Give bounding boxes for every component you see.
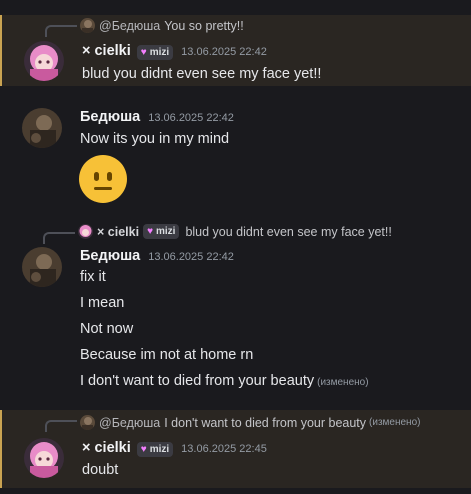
avatar[interactable] bbox=[22, 247, 62, 287]
message-highlighted-1[interactable]: @Бедюша You so pretty!! × cielki ♥ mizi 1… bbox=[0, 15, 471, 86]
reply-author[interactable]: @Бедюша bbox=[99, 416, 160, 430]
message-2[interactable]: Бедюша 13.06.2025 22:42 Now its you in m… bbox=[0, 100, 471, 210]
message-header: Бедюша 13.06.2025 22:42 bbox=[80, 109, 234, 125]
reply-preview[interactable]: @Бедюша I don't want to died from your b… bbox=[80, 415, 420, 430]
reply-author[interactable]: × cielki bbox=[97, 225, 139, 239]
reply-preview[interactable]: × cielki ♥ mizi blud you didnt even see m… bbox=[78, 224, 392, 239]
message-header: × cielki ♥ mizi 13.06.2025 22:42 bbox=[82, 43, 267, 60]
message-highlighted-2[interactable]: @Бедюша I don't want to died from your b… bbox=[0, 410, 471, 488]
reply-preview[interactable]: @Бедюша You so pretty!! bbox=[80, 18, 244, 33]
message-text: Because im not at home rn bbox=[80, 347, 254, 363]
author-name[interactable]: × cielki bbox=[82, 440, 131, 456]
author-name[interactable]: Бедюша bbox=[80, 248, 140, 264]
reply-author[interactable]: @Бедюша bbox=[99, 19, 160, 33]
reply-text: I don't want to died from your beauty bbox=[164, 415, 367, 430]
heart-icon: ♥ bbox=[147, 226, 153, 237]
reply-connector bbox=[45, 25, 77, 37]
timestamp: 13.06.2025 22:42 bbox=[148, 112, 234, 124]
message-text: blud you didnt even see my face yet!! bbox=[82, 66, 322, 82]
message-3[interactable]: × cielki ♥ mizi blud you didnt even see m… bbox=[0, 222, 471, 397]
author-name[interactable]: Бедюша bbox=[80, 109, 140, 125]
heart-icon: ♥ bbox=[140, 47, 147, 58]
message-header: × cielki ♥ mizi 13.06.2025 22:45 bbox=[82, 440, 267, 457]
reply-avatar bbox=[78, 224, 93, 239]
message-text: Not now bbox=[80, 321, 134, 337]
reply-connector bbox=[45, 420, 77, 432]
user-tag: ♥ mizi bbox=[136, 442, 174, 457]
edited-label: (изменено) bbox=[369, 417, 421, 428]
message-text: I mean bbox=[80, 295, 125, 311]
user-tag: ♥ mizi bbox=[136, 45, 174, 60]
timestamp: 13.06.2025 22:42 bbox=[181, 46, 267, 58]
avatar[interactable] bbox=[24, 41, 64, 81]
reply-text: blud you didnt even see my face yet!! bbox=[185, 224, 392, 239]
neutral-face-emoji[interactable] bbox=[79, 155, 127, 203]
message-text: doubt bbox=[82, 462, 119, 478]
reply-text: You so pretty!! bbox=[164, 18, 244, 33]
heart-icon: ♥ bbox=[140, 444, 147, 455]
user-tag: ♥ mizi bbox=[143, 224, 180, 239]
reply-avatar bbox=[80, 415, 95, 430]
reply-avatar bbox=[80, 18, 95, 33]
author-name[interactable]: × cielki bbox=[82, 43, 131, 59]
reply-connector bbox=[43, 232, 75, 244]
message-text: fix it bbox=[80, 269, 106, 285]
edited-label: (изменено) bbox=[317, 377, 369, 388]
message-header: Бедюша 13.06.2025 22:42 bbox=[80, 248, 234, 264]
message-text: I don't want to died from your beauty (из… bbox=[80, 373, 369, 389]
timestamp: 13.06.2025 22:45 bbox=[181, 443, 267, 455]
message-text: Now its you in my mind bbox=[80, 131, 230, 147]
timestamp: 13.06.2025 22:42 bbox=[148, 251, 234, 263]
avatar[interactable] bbox=[22, 108, 62, 148]
avatar[interactable] bbox=[24, 438, 64, 478]
